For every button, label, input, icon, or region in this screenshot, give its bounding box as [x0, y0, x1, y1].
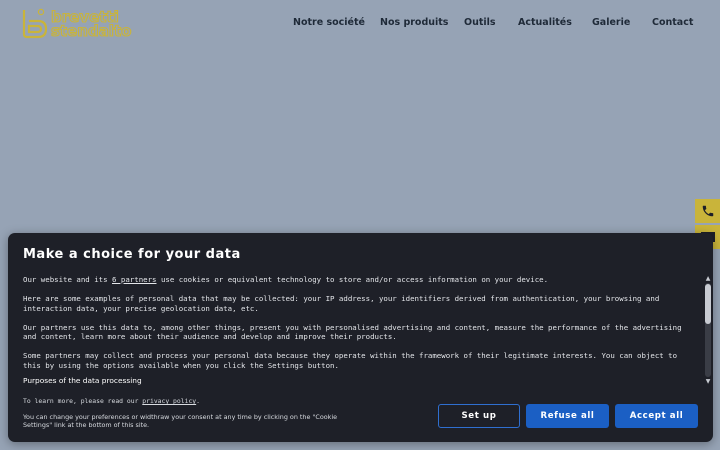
site-header: brevetti stendalto Notre société Nos pro… — [0, 0, 720, 46]
consent-paragraph: Some partners may collect and process yo… — [23, 351, 678, 370]
phone-icon — [702, 205, 713, 217]
consent-scrollbar[interactable]: ▲ ▼ — [704, 275, 712, 385]
consent-paragraph: Our website and its 6 partners use cooki… — [23, 275, 690, 285]
nav-contact[interactable]: Contact — [652, 17, 693, 28]
learn-more-text: To learn more, please read our privacy p… — [23, 397, 200, 405]
scroll-up-icon[interactable]: ▲ — [704, 275, 712, 282]
preferences-note: You can change your preferences or width… — [23, 413, 338, 429]
nav-nos-produits[interactable]: Nos produits — [380, 17, 448, 28]
nav-outils[interactable]: Outils — [464, 17, 496, 28]
nav-actualites[interactable]: Actualités — [518, 17, 572, 28]
privacy-policy-link[interactable]: privacy policy — [142, 397, 196, 405]
scroll-thumb[interactable] — [705, 284, 711, 324]
scroll-down-icon[interactable]: ▼ — [704, 378, 712, 385]
phone-tab[interactable] — [695, 199, 720, 223]
consent-paragraph: Here are some examples of personal data … — [23, 294, 660, 313]
accept-all-button[interactable]: Accept all — [615, 404, 698, 428]
main-nav: Notre société Nos produits Outils Actual… — [0, 17, 720, 31]
setup-button[interactable]: Set up — [438, 404, 520, 428]
consent-text-segment: use cookies or equivalent technology to … — [156, 275, 549, 284]
partners-link[interactable]: 6 partners — [112, 275, 157, 284]
nav-notre-societe[interactable]: Notre société — [293, 17, 365, 28]
refuse-all-button[interactable]: Refuse all — [526, 404, 609, 428]
consent-paragraph: Our partners use this data to, among oth… — [23, 322, 682, 342]
purposes-toggle[interactable]: Purposes of the data processing — [23, 376, 142, 385]
learn-more-segment: . — [196, 397, 201, 405]
learn-more-segment: To learn more, please read our — [23, 397, 143, 405]
nav-galerie[interactable]: Galerie — [592, 17, 630, 28]
modal-title: Make a choice for your data — [23, 247, 241, 262]
cookie-consent-modal: Make a choice for your data Our website … — [8, 233, 713, 442]
consent-text-segment: Our website and its — [23, 275, 112, 284]
consent-text: Our website and its 6 partners use cooki… — [23, 275, 690, 386]
